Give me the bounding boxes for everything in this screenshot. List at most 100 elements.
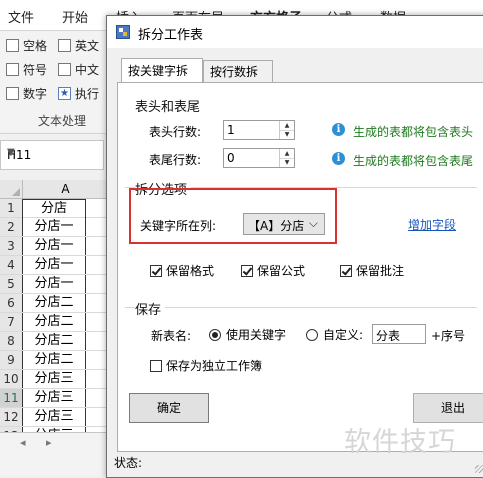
table-row: 3 分店一 — [0, 237, 110, 256]
footer-rows-stepper[interactable]: 0 ▲ ▼ — [223, 148, 295, 168]
app-icon — [116, 25, 130, 39]
table-row: 11 分店三 — [0, 389, 110, 408]
keep-format-checkbox[interactable]: 保留格式 — [150, 262, 214, 279]
cell-a[interactable]: 分店一 — [22, 237, 86, 255]
cell-a[interactable]: 分店三 — [22, 408, 86, 426]
checkbox-icon — [58, 39, 71, 52]
custom-name-radio[interactable]: 自定义: — [306, 326, 363, 343]
header-rows-value: 1 — [227, 123, 235, 137]
name-box[interactable]: H11 ▼ — [0, 140, 104, 170]
check-icon — [241, 264, 253, 277]
stepper-down-icon[interactable]: ▼ — [280, 158, 294, 167]
cell-a[interactable]: 分店一 — [22, 275, 86, 293]
checkbox-icon — [6, 39, 19, 52]
chevron-down-icon[interactable]: ▼ — [7, 147, 97, 158]
stepper-down-icon[interactable]: ▼ — [280, 130, 294, 139]
serial-suffix-label: +序号 — [431, 329, 466, 343]
ribbon-execute-button[interactable]: ★ 执行 — [58, 85, 99, 102]
footer-info-text: 生成的表都将包含表尾 — [353, 154, 474, 168]
footer-rows-value: 0 — [227, 151, 235, 165]
ribbon-check-english[interactable]: 英文 — [58, 37, 99, 54]
ribbon-tab-file[interactable]: 文件 — [8, 7, 34, 26]
keyword-column-label: 关键字所在列: — [140, 219, 217, 233]
exit-button[interactable]: 退出 — [413, 393, 483, 423]
sheet-nav-prev-icon[interactable]: ◂ — [20, 436, 26, 449]
cell-a[interactable]: 分店三 — [22, 370, 86, 388]
cell-a[interactable]: 分店一 — [22, 218, 86, 236]
row-number[interactable]: 5 — [0, 275, 23, 293]
table-row: 9 分店二 — [0, 351, 110, 370]
header-info-text: 生成的表都将包含表头 — [353, 125, 474, 139]
info-icon: i — [332, 123, 345, 136]
cell-a[interactable]: 分店二 — [22, 332, 86, 350]
keyword-column-value: 【A】分店 — [248, 219, 305, 233]
star-icon: ★ — [58, 87, 71, 100]
row-number[interactable]: 12 — [0, 408, 23, 426]
use-keyword-radio[interactable]: 使用关键字 — [209, 326, 286, 343]
row-number[interactable]: 1 — [0, 199, 23, 217]
save-independent-checkbox[interactable]: 保存为独立工作簿 — [150, 357, 262, 374]
tab-split-by-rows[interactable]: 按行数拆分 — [203, 60, 273, 101]
table-row: 12 分店三 — [0, 408, 110, 427]
row-number[interactable]: 3 — [0, 237, 23, 255]
ribbon-group-label: 文本处理 — [38, 114, 87, 128]
table-row: 10 分店三 — [0, 370, 110, 389]
ribbon-check-symbol[interactable]: 符号 — [6, 61, 47, 78]
radio-icon — [306, 328, 318, 341]
status-label: 状态: — [114, 456, 143, 470]
keep-comment-checkbox[interactable]: 保留批注 — [340, 262, 404, 279]
row-number[interactable]: 8 — [0, 332, 23, 350]
resize-grip[interactable] — [475, 465, 483, 473]
ribbon-check-number[interactable]: 数字 — [6, 85, 47, 102]
keyword-column-select[interactable]: 【A】分店 ⌵ — [243, 213, 325, 235]
row-number[interactable]: 2 — [0, 218, 23, 236]
watermark-text: 软件技巧 — [344, 427, 456, 458]
cell-a[interactable]: 分店二 — [22, 294, 86, 312]
row-number[interactable]: 11 — [0, 389, 23, 407]
row-number[interactable]: 7 — [0, 313, 23, 331]
keep-formula-checkbox[interactable]: 保留公式 — [241, 262, 305, 279]
table-row: 6 分店二 — [0, 294, 110, 313]
row-number[interactable]: 6 — [0, 294, 23, 312]
checkbox-icon — [6, 87, 19, 100]
custom-name-input[interactable]: 分表 — [372, 324, 426, 344]
cell-a[interactable]: 分店 — [22, 199, 86, 218]
table-row: 5 分店一 — [0, 275, 110, 294]
split-worksheet-dialog: 拆分工作表 按关键字拆分 按行数拆分 表头和表尾 表头行数: 1 ▲ ▼ i 生… — [106, 15, 483, 478]
add-field-link[interactable]: 增加字段 — [408, 216, 456, 233]
row-number[interactable]: 9 — [0, 351, 23, 369]
table-row: 2 分店一 — [0, 218, 110, 237]
row-number[interactable]: 10 — [0, 370, 23, 388]
dialog-titlebar[interactable]: 拆分工作表 — [107, 16, 483, 48]
ribbon-check-space[interactable]: 空格 — [6, 37, 47, 54]
footer-rows-label: 表尾行数: — [149, 153, 202, 167]
cell-a[interactable]: 分店三 — [22, 389, 86, 407]
row-number[interactable]: 4 — [0, 256, 23, 274]
ribbon-body: 空格 英文 符号 中文 数字 ★ 执行 文本处理 — [0, 31, 110, 134]
checkbox-icon — [6, 63, 19, 76]
ribbon-check-chinese[interactable]: 中文 — [58, 61, 99, 78]
table-row: 1 分店 — [0, 199, 110, 218]
cell-a[interactable]: 分店二 — [22, 313, 86, 331]
chevron-down-icon: ⌵ — [308, 216, 318, 230]
sheet-nav-next-icon[interactable]: ▸ — [46, 436, 52, 449]
tab-split-by-keyword[interactable]: 按关键字拆分 — [121, 58, 203, 102]
dialog-title: 拆分工作表 — [138, 28, 204, 43]
select-all-corner[interactable] — [0, 180, 23, 198]
cell-a[interactable]: 分店一 — [22, 256, 86, 274]
ribbon-tab-home[interactable]: 开始 — [62, 7, 88, 26]
cell-a[interactable]: 分店二 — [22, 351, 86, 369]
table-row: 7 分店二 — [0, 313, 110, 332]
section-divider — [125, 307, 477, 308]
checkbox-icon — [58, 63, 71, 76]
table-row: 8 分店二 — [0, 332, 110, 351]
header-rows-label: 表头行数: — [149, 125, 202, 139]
column-header-a[interactable]: A — [23, 182, 108, 196]
header-rows-stepper[interactable]: 1 ▲ ▼ — [223, 120, 295, 140]
radio-selected-icon — [209, 328, 221, 341]
sheet-tab-bar: ◂ ▸ — [0, 432, 110, 455]
check-icon — [150, 264, 162, 277]
ok-button[interactable]: 确定 — [129, 393, 209, 423]
check-icon — [340, 264, 352, 277]
info-icon: i — [332, 152, 345, 165]
